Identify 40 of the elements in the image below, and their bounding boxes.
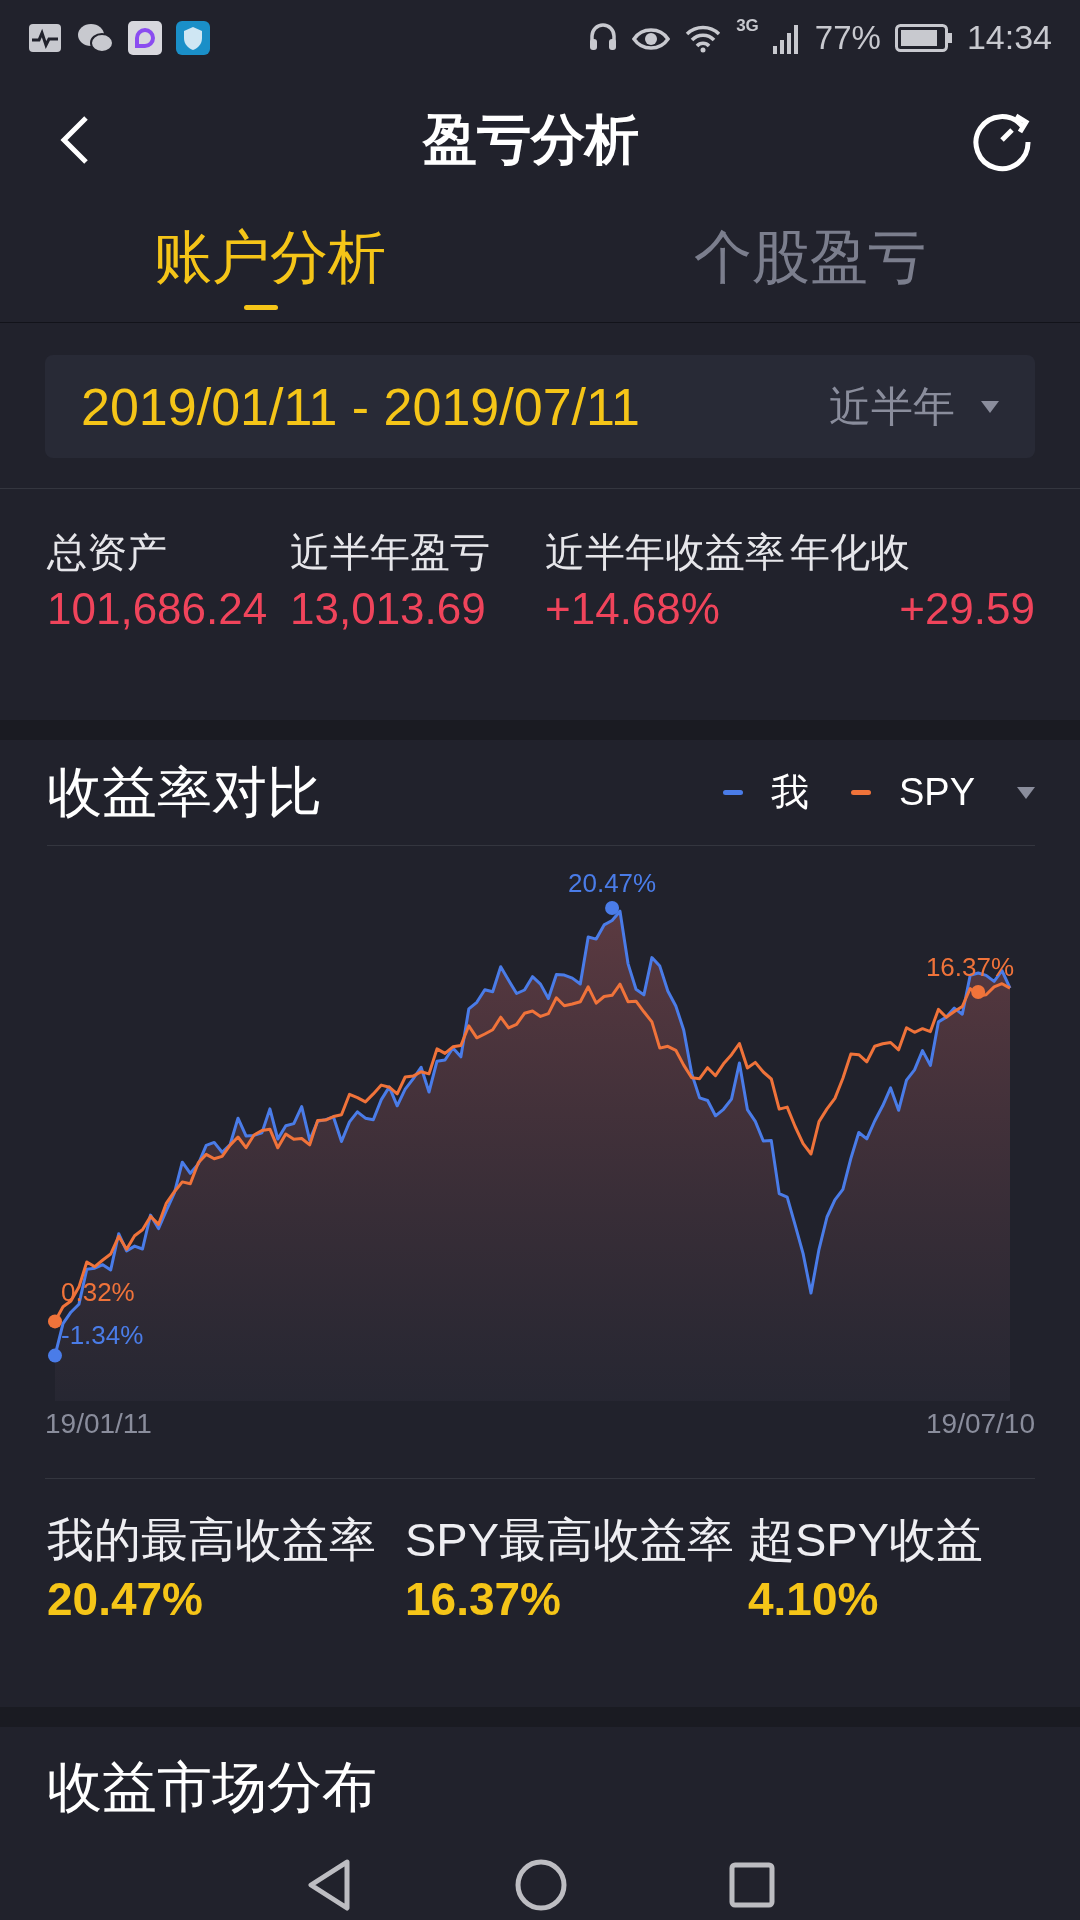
tab[interactable]: 个股盈亏 bbox=[540, 205, 1080, 322]
dropdown-icon[interactable] bbox=[1017, 786, 1035, 799]
legend-item: 我 bbox=[722, 767, 809, 818]
stat-value: 4.10% bbox=[748, 1572, 880, 1626]
stat-label: 总资产 bbox=[47, 529, 168, 576]
stat-value: +29.59 bbox=[898, 584, 1035, 634]
value-label: 16.37% bbox=[925, 952, 1015, 983]
section-title: 收益市场分布 bbox=[47, 1755, 378, 1820]
stat-label: 我的最高收益率 bbox=[47, 1512, 377, 1568]
period-dropdown[interactable]: 近半年 bbox=[829, 378, 999, 435]
stat-value: 16.37% bbox=[405, 1572, 562, 1626]
legend-item: SPY bbox=[850, 771, 975, 814]
date-range: 2019/01/11 - 2019/07/11 bbox=[81, 376, 640, 437]
stat-label: 近半年收益率 bbox=[545, 529, 786, 576]
stat-value: 20.47% bbox=[47, 1572, 204, 1626]
stat-label: SPY最高收益率 bbox=[405, 1512, 736, 1568]
axis-label: 19/01/11 bbox=[45, 1408, 152, 1439]
battery-icon bbox=[894, 23, 953, 52]
section-title: 收益率对比 bbox=[47, 759, 322, 825]
tab[interactable]: 账户分析 bbox=[0, 205, 540, 322]
stat-value: +14.68% bbox=[545, 584, 721, 634]
activity-icon bbox=[28, 22, 62, 53]
data-point bbox=[971, 985, 986, 1000]
page-title: 盈亏分析 bbox=[423, 107, 639, 171]
stat-value: 101,686.24 bbox=[47, 584, 269, 634]
stat-label: 超SPY收益 bbox=[748, 1512, 985, 1568]
axis-label: 19/07/10 bbox=[926, 1408, 1035, 1439]
network-type: 3G bbox=[736, 16, 759, 36]
value-label: 20.47% bbox=[568, 868, 657, 899]
clock: 14:34 bbox=[966, 18, 1052, 57]
stat-value: 13,013.69 bbox=[290, 584, 487, 634]
battery-level: 77% bbox=[814, 18, 881, 57]
chat-icon bbox=[76, 21, 114, 54]
app-icon bbox=[128, 20, 162, 55]
stat-label: 年化收 bbox=[790, 529, 911, 576]
caret-icon bbox=[981, 400, 999, 413]
shield-icon bbox=[176, 20, 210, 55]
stat-label: 近半年盈亏 bbox=[290, 529, 491, 576]
data-point bbox=[605, 901, 620, 916]
value-label: -1.34% bbox=[61, 1319, 144, 1350]
